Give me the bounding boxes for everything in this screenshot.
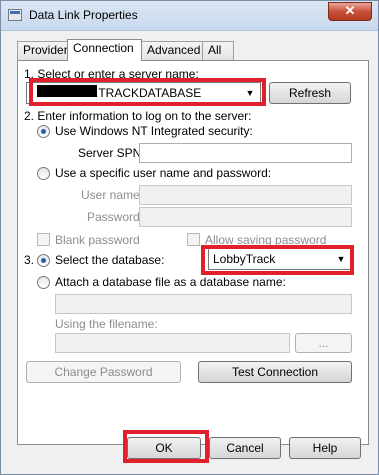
tab-provider[interactable]: Provider (17, 41, 68, 60)
tab-advanced[interactable]: Advanced (141, 41, 203, 60)
redacted-server-prefix (37, 85, 97, 97)
tab-connection[interactable]: Connection (67, 39, 142, 61)
user-name-label: User name: (81, 188, 144, 202)
connection-tab-panel: 1. Select or enter a server name: .TRACK… (17, 60, 369, 445)
server-name-value: .TRACKDATABASE (95, 86, 202, 100)
refresh-button[interactable]: Refresh (269, 82, 351, 104)
close-button[interactable]: ✕ (328, 2, 372, 21)
user-name-input[interactable] (139, 185, 352, 205)
database-select-value: LobbyTrack (213, 252, 276, 266)
attach-database-label: Attach a database file as a database nam… (55, 275, 286, 289)
step3-number: 3. (24, 253, 35, 267)
server-spn-label: Server SPN: (78, 146, 145, 160)
step1-label: 1. Select or enter a server name: (24, 67, 199, 81)
windows-auth-label: Use Windows NT Integrated security: (55, 124, 253, 138)
specific-user-label: Use a specific user name and password: (55, 166, 272, 180)
attach-database-input[interactable] (55, 294, 352, 314)
database-select-combo[interactable]: LobbyTrack ▼ (208, 248, 352, 270)
step2-label: 2. Enter information to log on to the se… (24, 109, 252, 123)
data-link-properties-dialog: Data Link Properties ✕ Provider Connecti… (0, 0, 379, 475)
browse-button[interactable]: ... (295, 333, 352, 353)
select-database-radio[interactable] (37, 254, 50, 267)
server-name-combo[interactable]: .TRACKDATABASE ▼ (26, 82, 261, 104)
cancel-button[interactable]: Cancel (209, 437, 281, 459)
windows-auth-radio[interactable] (37, 125, 50, 138)
dialog-client-area: Provider Connection Advanced All 1. Sele… (9, 31, 371, 468)
password-label: Password: (87, 210, 144, 224)
select-database-label: Select the database: (55, 253, 165, 267)
attach-database-radio[interactable] (37, 276, 50, 289)
using-filename-label: Using the filename: (55, 317, 158, 331)
password-input[interactable] (139, 207, 352, 227)
window-title: Data Link Properties (29, 8, 138, 22)
allow-saving-password-checkbox[interactable] (187, 233, 200, 246)
test-connection-button[interactable]: Test Connection (198, 361, 352, 383)
server-spn-input[interactable] (139, 143, 352, 163)
tab-all[interactable]: All (202, 41, 234, 60)
blank-password-label: Blank password (55, 233, 140, 247)
blank-password-checkbox[interactable] (37, 233, 50, 246)
dropdown-arrow-icon[interactable]: ▼ (335, 253, 347, 265)
ok-button[interactable]: OK (127, 437, 201, 459)
filename-input[interactable] (55, 333, 290, 353)
specific-user-radio[interactable] (37, 167, 50, 180)
title-bar: Data Link Properties ✕ (1, 1, 378, 31)
dropdown-arrow-icon[interactable]: ▼ (244, 87, 256, 99)
allow-saving-password-label: Allow saving password (205, 233, 327, 247)
window-icon (8, 9, 22, 21)
help-button[interactable]: Help (289, 437, 361, 459)
change-password-button[interactable]: Change Password (26, 361, 181, 383)
